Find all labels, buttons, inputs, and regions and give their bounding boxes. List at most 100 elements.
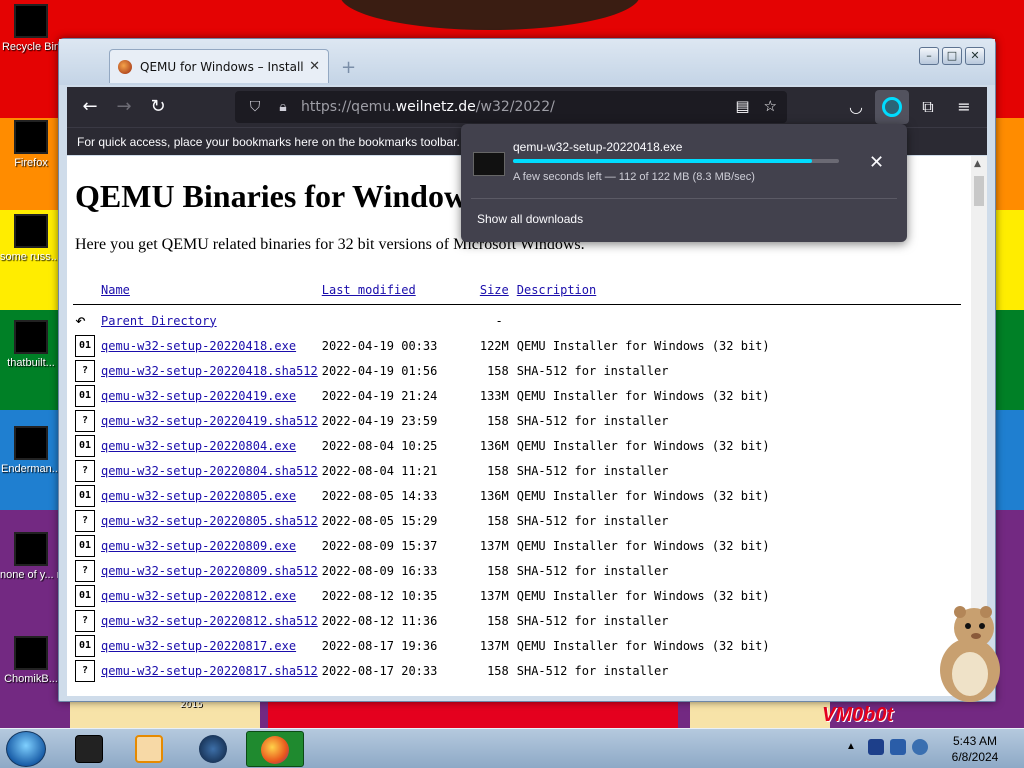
minimize-button[interactable]: – <box>919 47 939 65</box>
desktop-shortcut-icon <box>14 426 48 460</box>
file-modified: 2022-08-12 11:36 <box>321 613 438 628</box>
table-row: ? qemu-w32-setup-20220418.sha512 2022-04-1… <box>73 358 961 383</box>
file-link[interactable]: qemu-w32-setup-20220817.exe <box>101 639 296 653</box>
column-name-link[interactable]: Name <box>101 283 130 297</box>
column-size-link[interactable]: Size <box>480 283 509 297</box>
desktop-icon[interactable]: ChomikB... <box>0 636 62 686</box>
file-size: 133M <box>479 388 509 403</box>
downloads-panel: qemu-w32-setup-20220418.exe A few second… <box>461 124 907 242</box>
desktop-icon[interactable]: Firefox <box>0 120 62 170</box>
desktop-shortcut-icon <box>14 532 48 566</box>
unknown-file-icon: ? <box>75 409 95 432</box>
desktop-icon[interactable]: none of y... retards kn... <box>0 532 62 582</box>
start-button[interactable] <box>6 731 46 767</box>
downloads-button[interactable] <box>875 90 909 124</box>
extensions-icon[interactable]: ⧉ <box>911 90 945 124</box>
desktop-icon[interactable]: Enderman... <box>0 426 62 476</box>
desktop-icon[interactable]: Recycle Bin <box>0 4 62 54</box>
file-link[interactable]: qemu-w32-setup-20220809.sha512 <box>101 564 318 578</box>
table-row: 01 qemu-w32-setup-20220419.exe 2022-04-19 … <box>73 383 961 408</box>
table-row: ? qemu-w32-setup-20220809.sha512 2022-08-0… <box>73 558 961 583</box>
bookmark-star-icon[interactable]: ☆ <box>764 97 777 115</box>
file-description: QEMU Installer for Windows (32 bit) <box>516 488 770 503</box>
download-status: A few seconds left — 112 of 122 MB (8.3 … <box>513 171 755 183</box>
cancel-download-icon[interactable]: ✕ <box>869 152 884 173</box>
desktop-icon-label: Firefox <box>14 157 48 169</box>
download-progress-fill <box>513 159 813 163</box>
title-bar[interactable]: QEMU for Windows – Installers ✕ + – □ ✕ <box>59 39 995 85</box>
file-link[interactable]: qemu-w32-setup-20220419.exe <box>101 389 296 403</box>
file-modified: 2022-08-09 16:33 <box>321 563 438 578</box>
file-description: SHA-512 for installer <box>516 413 669 428</box>
table-row: 01 qemu-w32-setup-20220812.exe 2022-08-12 … <box>73 583 961 608</box>
desktop-icon-label: ChomikB... <box>4 673 58 685</box>
scrollbar-thumb[interactable] <box>974 176 984 206</box>
close-window-button[interactable]: ✕ <box>965 47 985 65</box>
binary-file-icon: 01 <box>75 484 95 507</box>
tray-security-icon[interactable] <box>868 739 884 755</box>
clock[interactable]: 5:43 AM 6/8/2024 <box>940 733 1010 765</box>
forward-button[interactable]: → <box>107 90 141 124</box>
url-path: /w32/2022/ <box>475 99 555 115</box>
tab-qemu-installers[interactable]: QEMU for Windows – Installers ✕ <box>109 49 329 83</box>
binary-file-icon: 01 <box>75 634 95 657</box>
desktop-icon-label: Recycle Bin <box>1 41 61 53</box>
desktop-icon[interactable]: thatbuilt... <box>0 320 62 370</box>
scroll-up-icon[interactable]: ▲ <box>974 159 981 169</box>
taskbar-item-firefox[interactable] <box>246 731 304 767</box>
file-description: SHA-512 for installer <box>516 663 669 678</box>
reader-view-icon[interactable]: ▤ <box>735 97 749 115</box>
page-title: QEMU Binaries for Windows <box>75 178 480 214</box>
file-link[interactable]: qemu-w32-setup-20220418.sha512 <box>101 364 318 378</box>
maximize-button[interactable]: □ <box>942 47 962 65</box>
desktop-icon-label: none of y... retards kn... <box>0 569 62 581</box>
file-link[interactable]: qemu-w32-setup-20220418.exe <box>101 339 296 353</box>
parent-directory-link[interactable]: Parent Directory <box>101 314 217 328</box>
column-modified-link[interactable]: Last modified <box>322 283 416 297</box>
bookmarks-hint: For quick access, place your bookmarks h… <box>77 135 464 149</box>
file-link[interactable]: qemu-w32-setup-20220419.sha512 <box>101 414 318 428</box>
desktop-icon[interactable]: some russ... ran a ra... <box>0 214 62 264</box>
tab-close-icon[interactable]: ✕ <box>309 59 320 74</box>
unknown-file-icon: ? <box>75 559 95 582</box>
unknown-file-icon: ? <box>75 609 95 632</box>
desktop-shortcut-icon <box>14 120 48 154</box>
pocket-icon[interactable]: ◡ <box>839 90 873 124</box>
reload-button[interactable]: ↻ <box>141 90 175 124</box>
favicon-icon <box>118 59 132 74</box>
file-description: QEMU Installer for Windows (32 bit) <box>516 438 770 453</box>
file-link[interactable]: qemu-w32-setup-20220804.exe <box>101 439 296 453</box>
file-link[interactable]: qemu-w32-setup-20220817.sha512 <box>101 664 318 678</box>
desktop-icon-label: some russ... ran a ra... <box>0 251 62 263</box>
file-link[interactable]: qemu-w32-setup-20220805.exe <box>101 489 296 503</box>
menu-icon[interactable]: ≡ <box>947 90 981 124</box>
file-link[interactable]: qemu-w32-setup-20220804.sha512 <box>101 464 318 478</box>
show-all-downloads-button[interactable]: Show all downloads <box>477 212 583 226</box>
taskbar-item-terminal[interactable] <box>60 731 118 767</box>
binary-file-icon: 01 <box>75 534 95 557</box>
file-link[interactable]: qemu-w32-setup-20220809.exe <box>101 539 296 553</box>
shield-icon[interactable]: ⛉ <box>245 99 265 115</box>
file-link[interactable]: qemu-w32-setup-20220812.sha512 <box>101 614 318 628</box>
file-link[interactable]: qemu-w32-setup-20220812.exe <box>101 589 296 603</box>
download-filename[interactable]: qemu-w32-setup-20220418.exe <box>513 140 682 154</box>
taskbar-item-browser[interactable] <box>184 731 242 767</box>
tray-expand-icon[interactable]: ▲ <box>846 741 862 757</box>
new-tab-button[interactable]: + <box>341 57 356 78</box>
file-modified: 2022-08-04 10:25 <box>321 438 438 453</box>
desktop-icon-label: thatbuilt... <box>7 357 55 369</box>
header-divider <box>73 303 961 305</box>
clock-time: 5:43 AM <box>952 734 998 748</box>
file-description: SHA-512 for installer <box>516 563 669 578</box>
url-bar[interactable]: ⛉ 🔒︎ https://qemu. weilnetz.de/w32/2022/ … <box>235 91 787 123</box>
tray-volume-icon[interactable] <box>912 739 928 755</box>
column-description-link[interactable]: Description <box>517 283 596 297</box>
lock-icon[interactable]: 🔒︎ <box>273 99 293 115</box>
file-link[interactable]: qemu-w32-setup-20220805.sha512 <box>101 514 318 528</box>
table-row: 01 qemu-w32-setup-20220804.exe 2022-08-04 … <box>73 433 961 458</box>
back-button[interactable]: ← <box>73 90 107 124</box>
file-modified: 2022-04-19 01:56 <box>321 363 438 378</box>
tray-network-icon[interactable] <box>890 739 906 755</box>
taskbar-item-media-player[interactable] <box>120 731 178 767</box>
file-modified: 2022-04-19 21:24 <box>321 388 438 403</box>
